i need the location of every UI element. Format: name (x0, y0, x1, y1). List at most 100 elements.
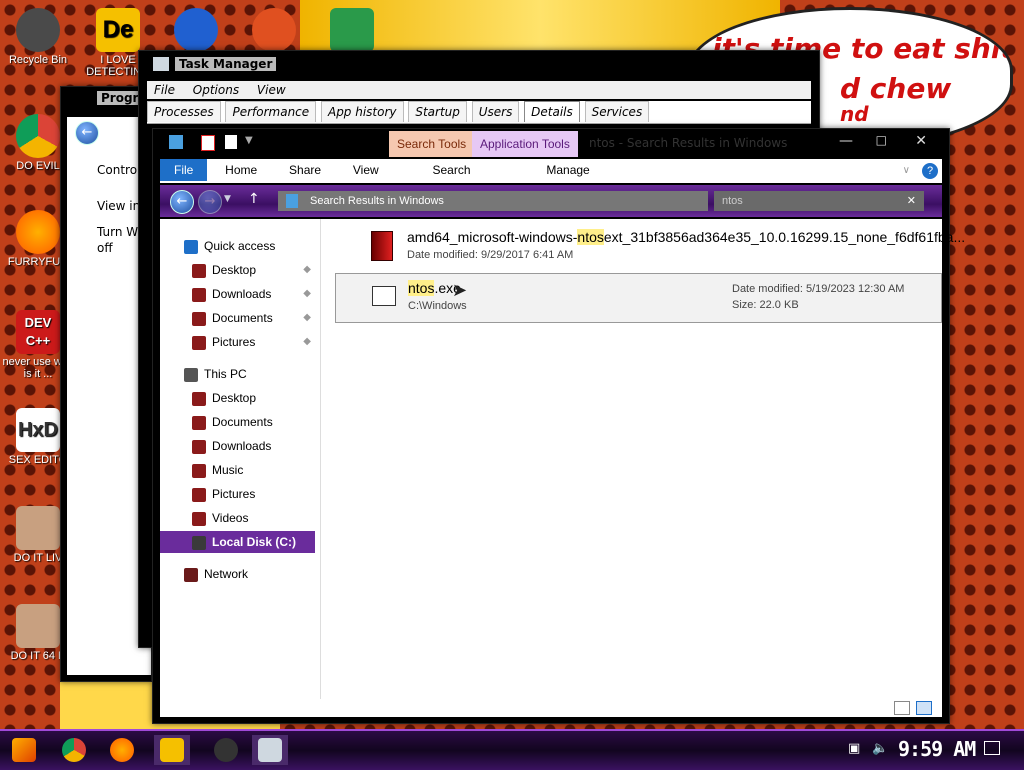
nav-item[interactable]: Documents (160, 411, 315, 433)
address-path: Search Results in Windows (310, 195, 444, 207)
tab-services[interactable]: Services (584, 101, 650, 122)
nav-item[interactable]: Downloads (160, 435, 315, 457)
taskbar-task-manager[interactable] (252, 735, 288, 765)
tab-processes[interactable]: Processes (147, 101, 221, 122)
nav-item[interactable]: Desktop (160, 387, 315, 409)
nav-item-label: Videos (212, 511, 249, 525)
forward-button[interactable]: → (198, 190, 222, 214)
taskbar-chrome[interactable] (56, 735, 92, 765)
search-value: ntos (722, 195, 743, 207)
q-icon (174, 8, 218, 52)
chevron-down-icon[interactable]: ▼ (245, 135, 253, 146)
back-icon[interactable]: ← (75, 121, 99, 145)
tab-users[interactable]: Users (471, 101, 520, 122)
desktop-folder-icon (192, 391, 206, 406)
taskbar-file-explorer[interactable] (154, 735, 190, 765)
start-button[interactable] (6, 735, 42, 765)
result-row[interactable]: amd64_microsoft-windows-ntosext_31bf3856… (335, 223, 965, 271)
address-input[interactable]: Search Results in Windows (278, 191, 708, 211)
window-title: Task Manager (175, 57, 277, 71)
taskbar-firefox[interactable] (104, 735, 140, 765)
result-size: Size: 22.0 KB (732, 299, 799, 311)
maximize-button[interactable]: □ (876, 133, 887, 147)
nav-item-label: This PC (204, 367, 247, 381)
pictures-folder-icon (192, 487, 206, 502)
large-icons-view-icon[interactable] (916, 701, 932, 715)
menu-view[interactable]: View (250, 81, 293, 99)
address-bar-row: ← → ▼ ↑ Search Results in Windows ntos ✕ (160, 185, 942, 217)
result-path: C:\Windows (408, 300, 467, 312)
downloads-folder-icon (192, 439, 206, 454)
volume-icon[interactable]: 🔈 (872, 741, 888, 756)
videos-folder-icon (192, 511, 206, 526)
program-line[interactable]: Control (97, 163, 140, 177)
up-arrow-icon[interactable]: ↑ (248, 191, 260, 207)
desktop-icon-q[interactable] (158, 8, 234, 54)
desktop-icon-project[interactable] (314, 8, 390, 54)
properties-icon[interactable] (201, 135, 215, 151)
nav-item[interactable]: Quick access (160, 235, 315, 257)
network-tray-icon[interactable]: ▣ (848, 741, 860, 756)
minimize-button[interactable]: — (839, 133, 853, 149)
pin-icon[interactable]: ◆ (303, 259, 311, 281)
nav-item[interactable]: Downloads ◆ (160, 283, 315, 305)
nav-item[interactable]: Music (160, 459, 315, 481)
tab-search[interactable]: Search (419, 159, 485, 181)
taskbar-clock[interactable]: 9:59 AM (898, 737, 976, 761)
pin-icon[interactable]: ◆ (303, 283, 311, 305)
nav-item[interactable]: This PC (160, 363, 315, 385)
nav-item[interactable]: Videos (160, 507, 315, 529)
close-button[interactable]: ✕ (915, 133, 927, 149)
task-manager-icon (258, 738, 282, 762)
tab-view[interactable]: View (339, 159, 393, 181)
desktop-folder-icon (192, 263, 206, 278)
details-view-icon[interactable] (894, 701, 910, 715)
desktop-icon-p[interactable] (236, 8, 312, 54)
tab-details[interactable]: Details (524, 101, 580, 122)
pictures-folder-icon (192, 335, 206, 350)
clear-search-icon[interactable]: ✕ (907, 191, 916, 211)
explorer-window[interactable]: ▼ Search Tools Application Tools ntos - … (152, 128, 965, 724)
nav-item-label: Pictures (212, 335, 256, 349)
tab-performance[interactable]: Performance (225, 101, 317, 122)
tab-home[interactable]: Home (211, 159, 271, 181)
nav-item[interactable]: Desktop ◆ (160, 259, 315, 281)
nav-item[interactable]: Documents ◆ (160, 307, 315, 329)
desktop-icon-recycle-bin[interactable]: Recycle Bin (0, 8, 76, 66)
help-icon[interactable]: ? (922, 163, 938, 179)
pin-icon[interactable]: ◆ (303, 307, 311, 329)
tab-app-history[interactable]: App history (320, 101, 404, 122)
nav-item-label: Documents (212, 311, 273, 325)
nav-item[interactable]: Pictures (160, 483, 315, 505)
nav-item[interactable]: Local Disk (C:) (160, 531, 315, 553)
nav-item[interactable]: Network (160, 563, 315, 585)
nav-item-label: Pictures (212, 487, 256, 501)
tab-manage[interactable]: Manage (532, 159, 603, 181)
tab-file[interactable]: File (160, 159, 208, 181)
tab-share[interactable]: Share (275, 159, 335, 181)
nav-item-label: Music (212, 463, 244, 477)
result-name-highlight: ntos (577, 229, 604, 245)
nav-item[interactable]: Pictures ◆ (160, 331, 315, 353)
local-disk-icon (192, 535, 206, 550)
search-input[interactable]: ntos ✕ (714, 191, 924, 211)
pin-icon[interactable]: ◆ (303, 331, 311, 353)
nav-item-label: Downloads (212, 287, 272, 301)
hxd-icon: HxD (16, 408, 60, 452)
recent-locations-icon[interactable]: ▼ (224, 194, 231, 204)
menu-options[interactable]: Options (186, 81, 246, 99)
new-folder-icon[interactable] (225, 135, 237, 149)
firefox-icon (110, 738, 134, 762)
explorer-titlebar: ▼ Search Tools Application Tools ntos - … (153, 129, 949, 157)
program-line[interactable]: Turn W (97, 225, 138, 239)
documents-folder-icon (192, 415, 206, 430)
tab-startup[interactable]: Startup (408, 101, 467, 122)
ribbon-expand-icon[interactable]: ∨ (899, 159, 914, 182)
menu-file[interactable]: File (147, 81, 182, 99)
notification-icon[interactable] (984, 741, 1000, 755)
back-button[interactable]: ← (170, 190, 194, 214)
application-tools-header: Application Tools (472, 131, 578, 157)
taskbar-guitar-app[interactable] (208, 735, 244, 765)
result-row-selected[interactable]: ntos.exe C:\Windows Date modified: 5/19/… (335, 273, 942, 323)
program-line[interactable]: off (97, 241, 113, 255)
